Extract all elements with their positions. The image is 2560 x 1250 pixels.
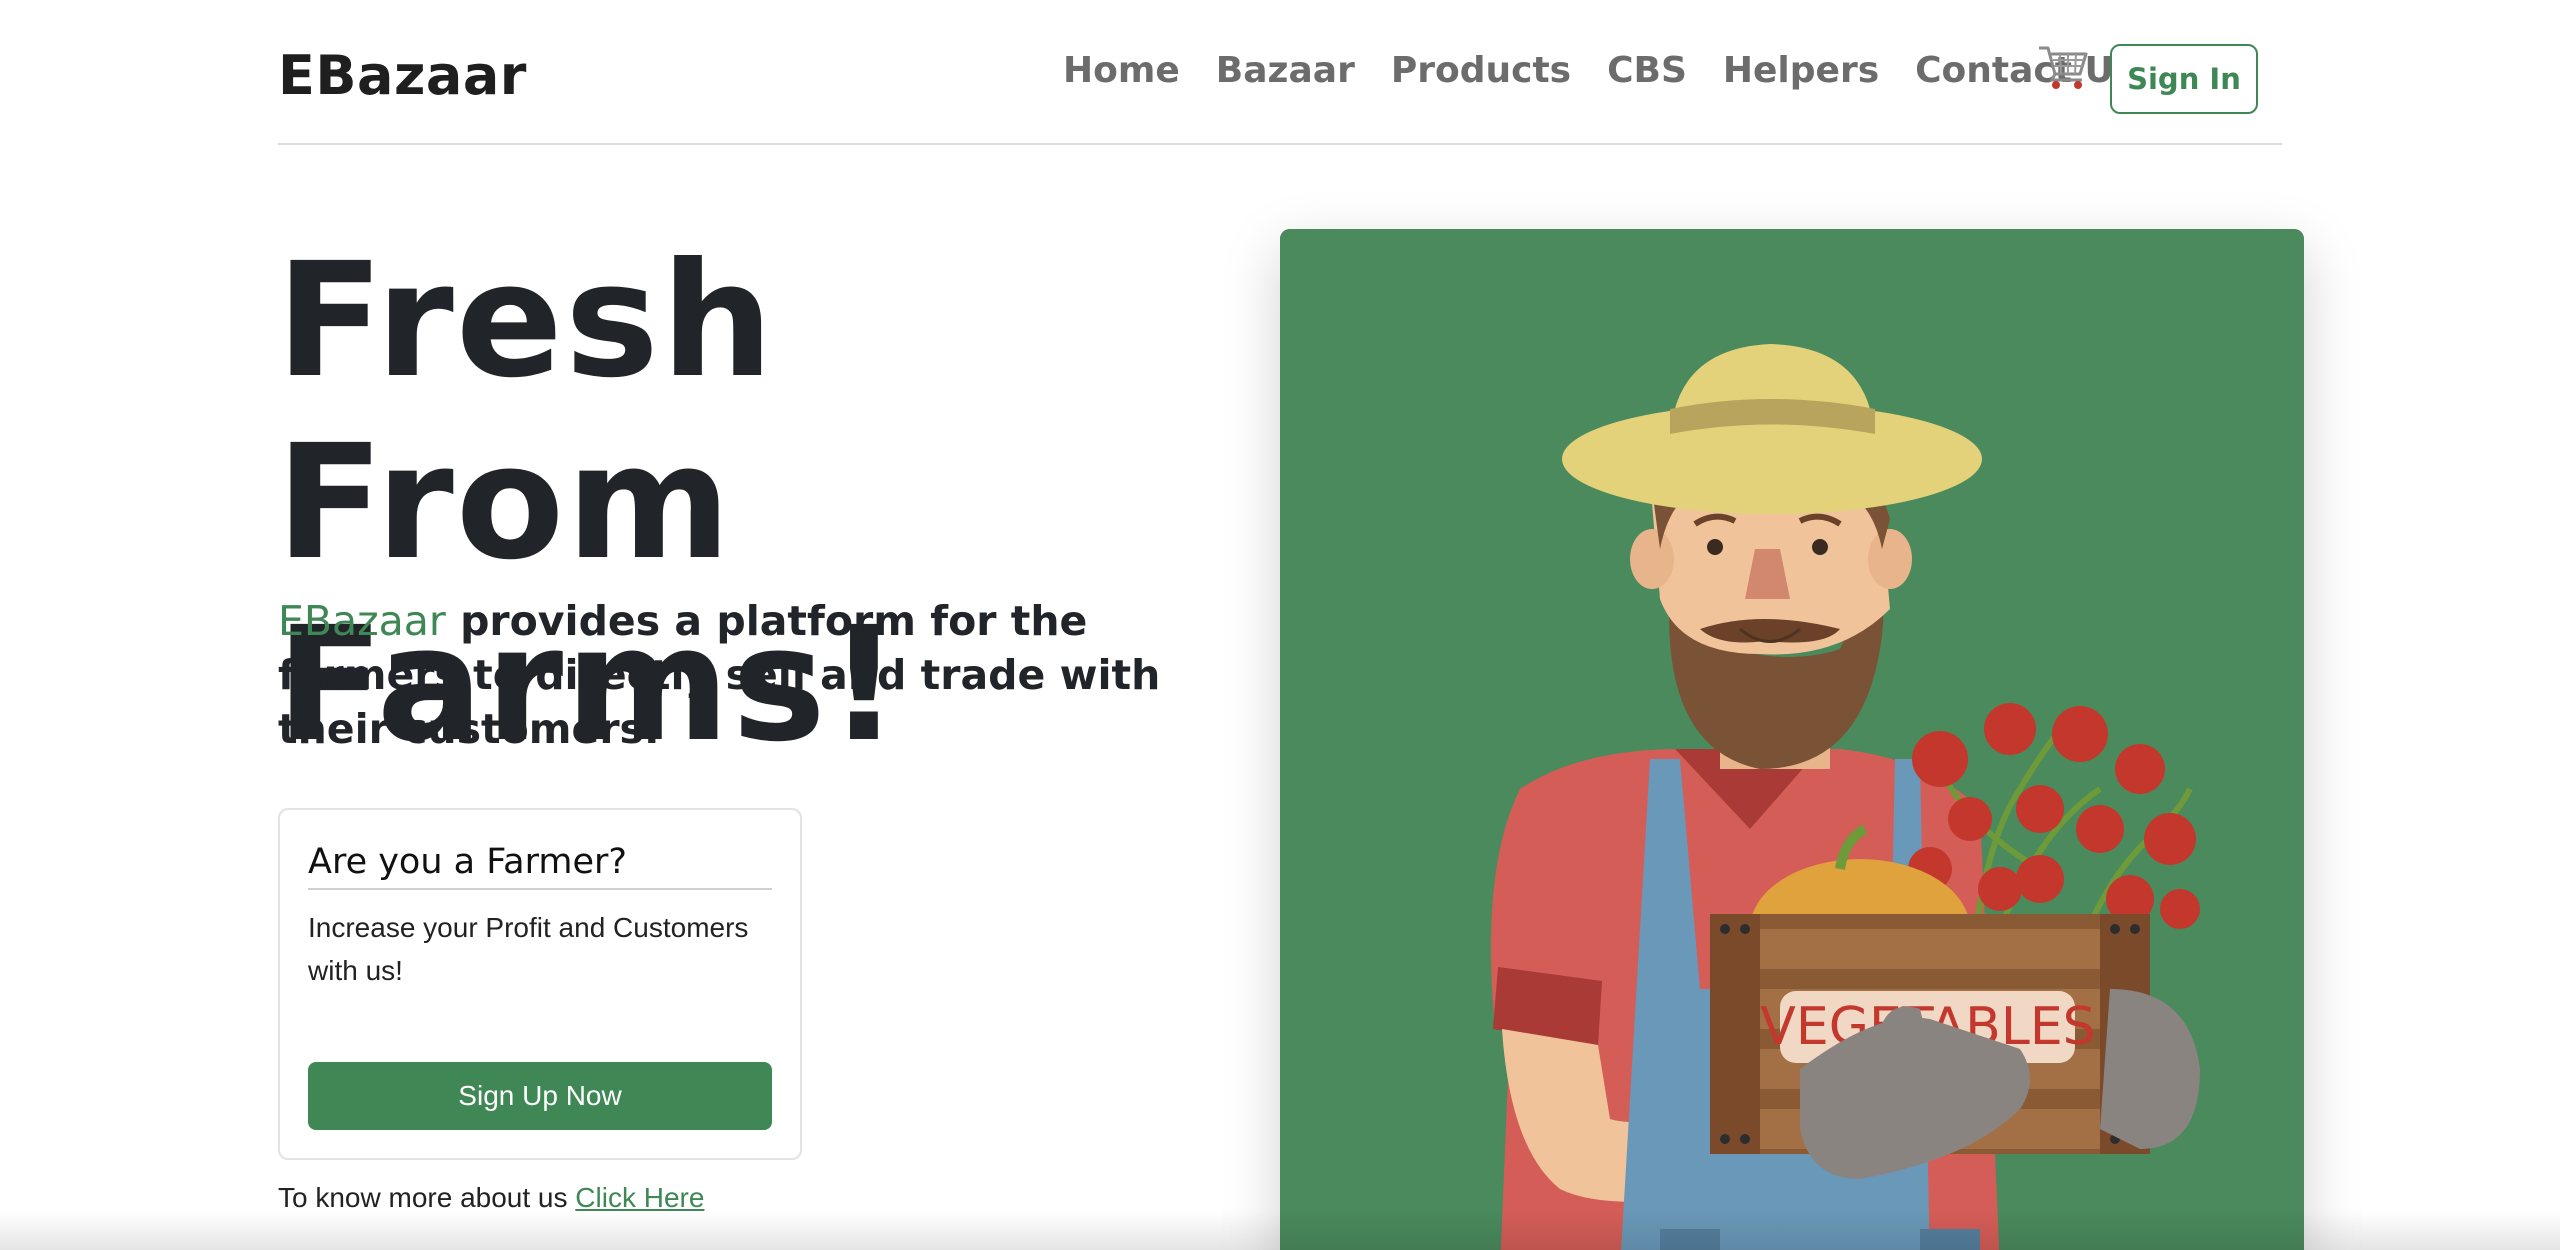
nav-contact-us[interactable]: Contact Us — [1915, 50, 2135, 91]
farmer-card-title: Are you a Farmer? — [308, 842, 772, 890]
click-here-link[interactable]: Click Here — [575, 1182, 704, 1213]
hero-subtitle: EBazaar provides a platform for the farm… — [278, 594, 1258, 756]
farmer-illustration: VEGETABLES — [1280, 229, 2304, 1250]
nav-products[interactable]: Products — [1391, 50, 1571, 91]
farmer-signup-card: Are you a Farmer? Increase your Profit a… — [278, 808, 802, 1160]
nav-home[interactable]: Home — [1063, 50, 1180, 91]
nav-cbs[interactable]: CBS — [1607, 50, 1687, 91]
more-info: To know more about us Click Here — [278, 1182, 704, 1214]
nav-helpers[interactable]: Helpers — [1723, 50, 1879, 91]
hero-title-line1: Fresh From — [276, 229, 776, 595]
shopping-cart-icon[interactable] — [2036, 40, 2090, 92]
sign-in-button[interactable]: Sign In — [2110, 44, 2258, 114]
more-info-text: To know more about us — [278, 1182, 576, 1213]
brand-logo[interactable]: EBazaar — [278, 44, 527, 107]
hero-subtitle-brand: EBazaar — [278, 597, 446, 645]
nav-links: Home Bazaar Products CBS Helpers Contact… — [1063, 50, 2171, 91]
nav-bazaar[interactable]: Bazaar — [1216, 50, 1355, 91]
farmer-card-text: Increase your Profit and Customers with … — [308, 912, 749, 986]
sign-up-now-button[interactable]: Sign Up Now — [308, 1062, 772, 1130]
farmer-with-vegetables-image: VEGETABLES — [1280, 229, 2304, 1250]
navbar: EBazaar Home Bazaar Products CBS Helpers… — [278, 0, 2282, 145]
